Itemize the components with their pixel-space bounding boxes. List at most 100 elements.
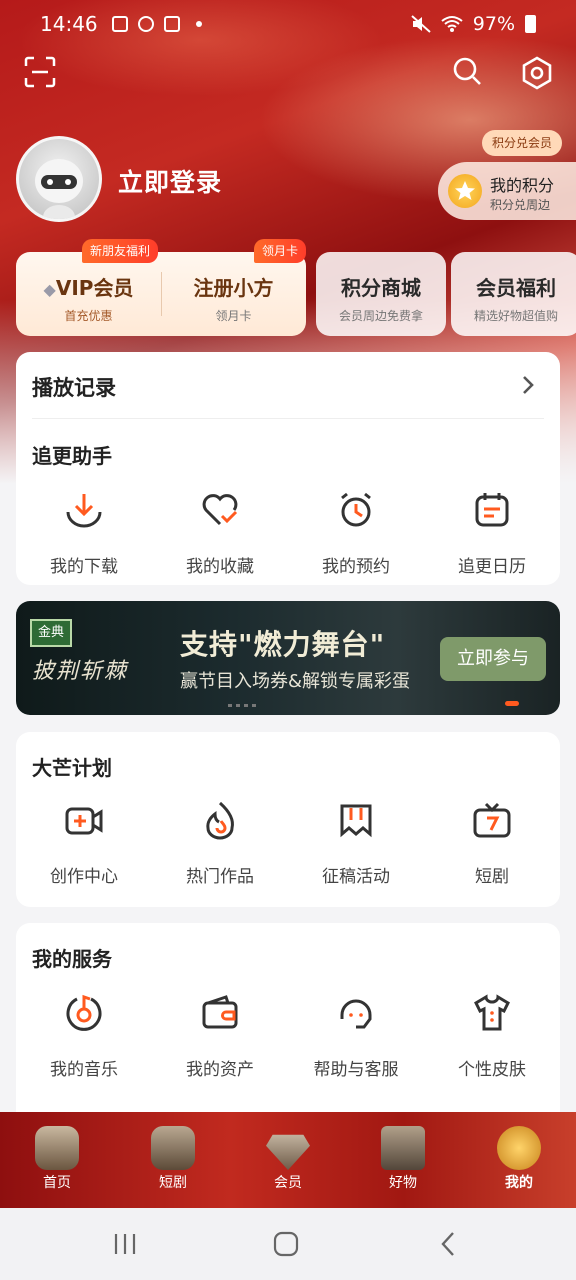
register-button[interactable]: 注册小方 领月卡 bbox=[161, 252, 306, 336]
scan-icon[interactable] bbox=[24, 56, 56, 88]
tab-mine[interactable]: 我的 bbox=[474, 1126, 564, 1192]
follow-calendar-button[interactable]: 追更日历 bbox=[424, 490, 560, 577]
help-support-button[interactable]: 帮助与客服 bbox=[288, 993, 424, 1080]
tab-home[interactable]: 首页 bbox=[12, 1126, 102, 1192]
back-icon[interactable] bbox=[438, 1230, 458, 1258]
short-drama-button[interactable]: 短剧 bbox=[424, 800, 560, 887]
follow-calendar-label: 追更日历 bbox=[458, 557, 526, 577]
diamond-nav-icon bbox=[266, 1134, 310, 1170]
avatar[interactable] bbox=[16, 136, 102, 222]
tab-home-label: 首页 bbox=[43, 1175, 71, 1191]
battery-icon bbox=[525, 15, 536, 33]
bookmark-icon bbox=[340, 804, 372, 838]
gallery-notification-icon bbox=[111, 16, 128, 32]
short-drama-label: 短剧 bbox=[475, 867, 509, 887]
my-reservations-label: 我的预约 bbox=[322, 557, 390, 577]
tab-goods-label: 好物 bbox=[389, 1175, 417, 1191]
my-downloads-button[interactable]: 我的下载 bbox=[16, 490, 152, 577]
login-button[interactable]: 立即登录 bbox=[118, 163, 222, 199]
tab-goods[interactable]: 好物 bbox=[358, 1126, 448, 1192]
tshirt-icon bbox=[474, 994, 510, 1031]
member-benefits-title: 会员福利 bbox=[476, 276, 556, 300]
tab-short-drama[interactable]: 短剧 bbox=[128, 1126, 218, 1192]
vip-title-row: ◆VIP会员 bbox=[16, 272, 161, 301]
points-title: 我的积分 bbox=[490, 176, 555, 195]
settings-icon[interactable] bbox=[520, 56, 554, 90]
calendar-icon bbox=[475, 493, 509, 527]
my-reservations-button[interactable]: 我的预约 bbox=[288, 490, 424, 577]
my-assets-button[interactable]: 我的资产 bbox=[152, 993, 288, 1080]
home-icon bbox=[35, 1126, 79, 1170]
promo-banner[interactable]: 金典 披荆斩棘 支持"燃力舞台" 赢节目入场券&解锁专属彩蛋 立即参与 bbox=[16, 601, 560, 715]
download-icon bbox=[66, 494, 102, 528]
services-title: 我的服务 bbox=[32, 947, 112, 971]
status-time: 14:46 bbox=[40, 12, 98, 36]
status-bar: 14:46 97% bbox=[0, 0, 576, 48]
tab-mine-label: 我的 bbox=[505, 1175, 533, 1191]
register-subtitle: 领月卡 bbox=[215, 309, 252, 323]
my-points-card[interactable]: 我的积分 积分兑周边 bbox=[438, 162, 576, 220]
creation-center-button[interactable]: 创作中心 bbox=[16, 800, 152, 887]
my-downloads-label: 我的下载 bbox=[50, 557, 118, 577]
monthly-card-tag: 领月卡 bbox=[254, 239, 307, 263]
play-history-row[interactable]: 播放记录 bbox=[16, 352, 560, 418]
tab-short-drama-label: 短剧 bbox=[159, 1175, 187, 1191]
tab-vip-label: 会员 bbox=[274, 1175, 302, 1191]
vip-title: VIP会员 bbox=[55, 276, 134, 300]
follow-grid: 我的下载 我的收藏 我的预约 追更日历 bbox=[16, 490, 560, 577]
app-notification-icon bbox=[137, 16, 154, 32]
points-badge: 积分兑会员 bbox=[482, 130, 563, 156]
vip-subtitle: 首充优惠 bbox=[64, 309, 113, 323]
points-subtitle: 积分兑周边 bbox=[490, 198, 551, 212]
vip-member-button[interactable]: ◆VIP会员 首充优惠 bbox=[16, 252, 161, 336]
vip-card: ◆VIP会员 首充优惠 注册小方 领月卡 bbox=[16, 252, 306, 336]
banner-title: 支持"燃力舞台" bbox=[180, 628, 386, 661]
participate-now-button[interactable]: 立即参与 bbox=[440, 637, 546, 681]
banner-page-indicator bbox=[505, 701, 519, 706]
search-icon[interactable] bbox=[452, 56, 482, 86]
call-for-submissions-button[interactable]: 征稿活动 bbox=[288, 800, 424, 887]
damang-title: 大芒计划 bbox=[32, 756, 112, 780]
banner-logo-box: 金典 bbox=[30, 619, 72, 647]
damang-grid: 创作中心 热门作品 征稿活动 短剧 bbox=[16, 800, 560, 887]
member-benefits-card[interactable]: 会员福利 精选好物超值购 bbox=[451, 252, 576, 336]
headset-icon bbox=[340, 999, 372, 1029]
follow-title: 追更助手 bbox=[32, 444, 112, 468]
follow-panel: 播放记录 追更助手 我的下载 我的收藏 我的预约 追更日历 bbox=[16, 352, 560, 585]
wallet-icon bbox=[202, 995, 238, 1029]
music-disc-icon bbox=[66, 994, 102, 1031]
flame-icon bbox=[206, 801, 234, 840]
my-music-label: 我的音乐 bbox=[50, 1060, 118, 1080]
banner-subtitle: 赢节目入场券&解锁专属彩蛋 bbox=[180, 671, 411, 692]
battery-percent: 97% bbox=[472, 13, 515, 35]
banner-brand: 披荆斩棘 bbox=[32, 659, 129, 684]
my-favorites-label: 我的收藏 bbox=[186, 557, 254, 577]
play-history-label: 播放记录 bbox=[32, 376, 116, 400]
points-mall-card[interactable]: 积分商城 会员周边免费拿 bbox=[316, 252, 446, 336]
short-drama-nav-icon bbox=[151, 1126, 195, 1170]
my-music-button[interactable]: 我的音乐 bbox=[16, 993, 152, 1080]
hot-works-label: 热门作品 bbox=[186, 867, 254, 887]
divider bbox=[32, 418, 544, 419]
home-button-icon[interactable] bbox=[272, 1230, 300, 1258]
register-title: 注册小方 bbox=[193, 276, 274, 300]
diamond-icon: ◆ bbox=[43, 280, 56, 299]
new-friend-tag: 新朋友福利 bbox=[82, 239, 159, 263]
personal-skin-button[interactable]: 个性皮肤 bbox=[424, 993, 560, 1080]
personal-skin-label: 个性皮肤 bbox=[458, 1060, 526, 1080]
services-panel: 我的服务 我的音乐 我的资产 帮助与客服 个性皮肤 bbox=[16, 923, 560, 1113]
bottom-nav: 首页 短剧 会员 好物 我的 bbox=[0, 1112, 576, 1208]
my-favorites-button[interactable]: 我的收藏 bbox=[152, 490, 288, 577]
status-right: 97% bbox=[411, 13, 536, 35]
top-toolbar bbox=[0, 56, 576, 92]
damang-panel: 大芒计划 创作中心 热门作品 征稿活动 短剧 bbox=[16, 732, 560, 907]
my-assets-label: 我的资产 bbox=[186, 1060, 254, 1080]
hot-works-button[interactable]: 热门作品 bbox=[152, 800, 288, 887]
points-mall-title: 积分商城 bbox=[341, 276, 421, 300]
recent-apps-icon[interactable] bbox=[112, 1232, 138, 1256]
cart-icon bbox=[381, 1126, 425, 1170]
alarm-clock-icon bbox=[341, 492, 371, 527]
heart-icon bbox=[202, 494, 238, 526]
wifi-icon bbox=[441, 16, 463, 32]
tab-vip[interactable]: 会员 bbox=[243, 1126, 333, 1192]
